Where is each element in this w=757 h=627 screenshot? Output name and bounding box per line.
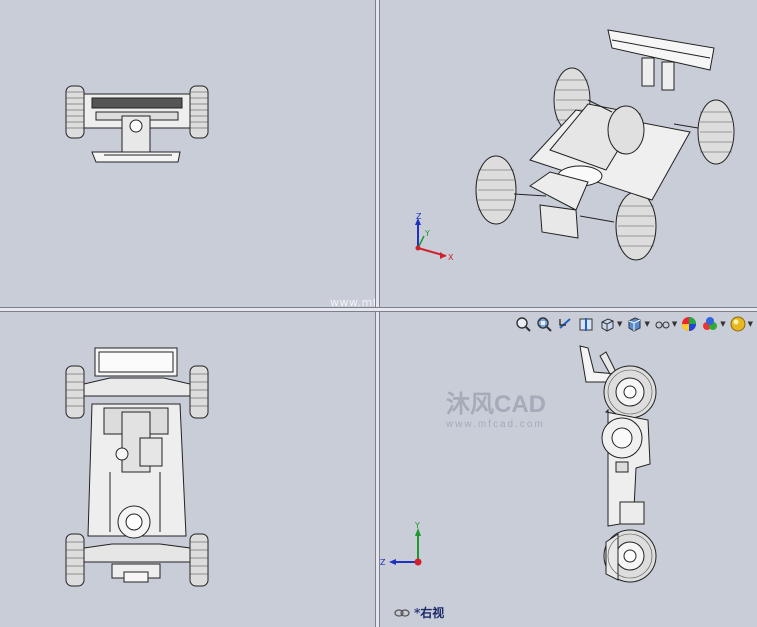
axis-y-label: Y (414, 521, 420, 530)
watermark-url: www.mfcad.com (330, 296, 375, 307)
axis-z-label: Z (416, 212, 422, 221)
axis-y-label: Y (424, 229, 430, 238)
viewport-bottom-left[interactable] (0, 312, 375, 627)
car-model-isometric: X Z Y (415, 29, 735, 262)
axis-triad: Y Z (380, 521, 422, 567)
viewport-splitter-vertical[interactable] (375, 0, 380, 627)
viewport-top-left[interactable]: www.mfcad.com (0, 0, 375, 307)
link-icon (394, 608, 410, 617)
view-orientation-label: *右视 (394, 604, 444, 621)
axis-z-label: Z (380, 558, 386, 567)
viewport-bottom-right[interactable]: ▼ ▼ ▼ ▼ ▼ 沐风CAD www.mfcad.com Y Z *右视 (380, 312, 757, 627)
viewport-top-right[interactable]: X Z Y (380, 0, 757, 307)
axis-triad: X Z Y (415, 212, 454, 262)
viewport-splitter-horizontal[interactable] (0, 307, 757, 312)
car-model-top-small (65, 85, 209, 163)
axis-x-label: X (448, 253, 454, 262)
car-model-top-large (65, 347, 209, 587)
view-name: *右视 (414, 606, 445, 620)
car-model-right-view: Y Z (380, 345, 657, 583)
